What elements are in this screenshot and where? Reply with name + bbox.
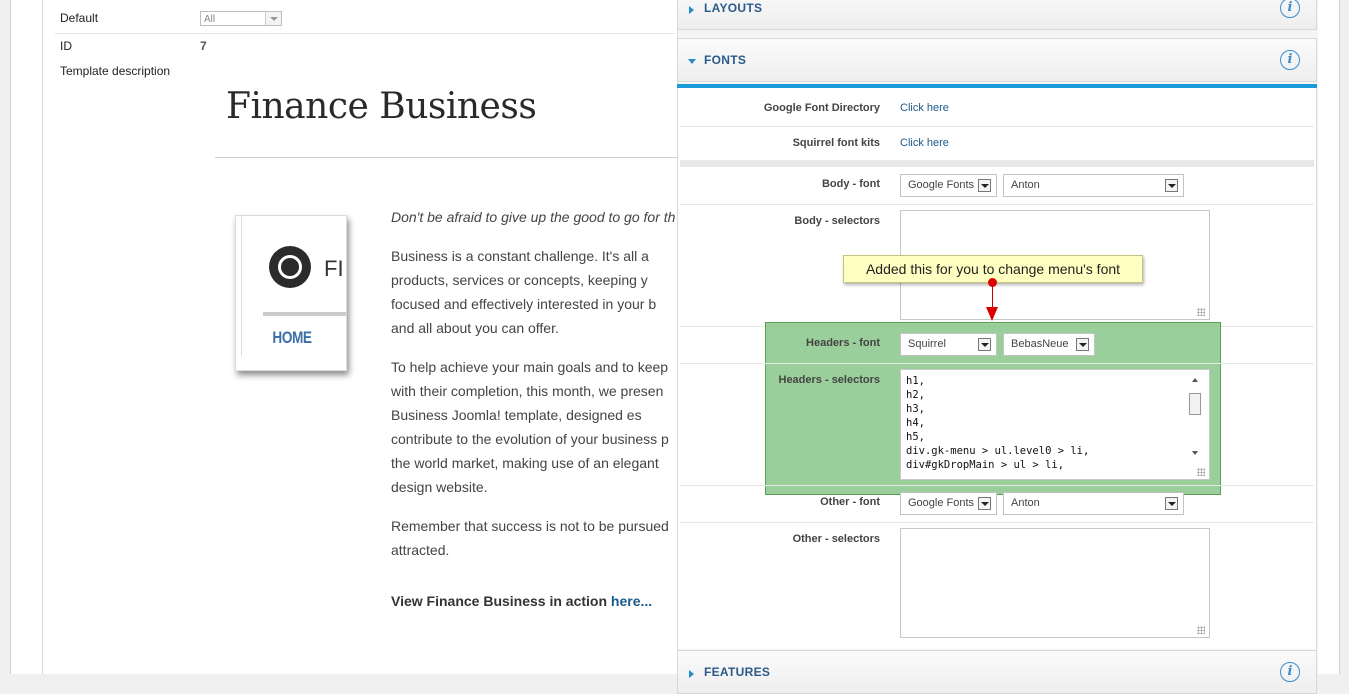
paragraph-3: Remember that success is not to be pursu… [391,514,681,562]
chevron-down-icon [978,497,991,510]
select-value: Anton [1011,179,1040,191]
divider [215,157,685,158]
paragraph-line: design website. [391,479,488,495]
paragraph-line: Remember that success is not to be pursu… [391,518,669,534]
paragraph-1: Business is a constant challenge. It's a… [391,244,681,340]
squirrel-font-kits-link[interactable]: Click here [900,137,949,149]
headers-selectors-value: h1, h2, h3, h4, h5, div.gk-menu > ul.lev… [906,375,1090,471]
divider [55,33,675,34]
paragraph-line: and all about you can offer. [391,320,559,336]
paragraph-line: with their completion, this month, we pr… [391,383,664,399]
resize-grip-icon[interactable] [1197,308,1205,316]
headers-font-label: Headers - font [806,337,880,349]
action-link[interactable]: here... [611,593,652,609]
headers-selectors-label: Headers - selectors [778,374,881,386]
template-title: Finance Business [226,86,537,127]
other-font-label: Other - font [820,496,880,508]
chevron-right-icon [689,6,694,14]
default-select-value: All [204,14,216,25]
chevron-down-icon [1165,179,1178,192]
preview-home-label: HOME [272,328,312,347]
other-font-name-select[interactable]: Anton [1003,492,1184,515]
logo-text: FI [324,256,344,281]
other-font-source-select[interactable]: Google Fonts [900,492,997,515]
preview-sideline [241,216,242,356]
default-label: Default [60,11,99,25]
body-font-name-select[interactable]: Anton [1003,174,1184,197]
paragraph-line: the world market, making use of an elega… [391,455,659,471]
section-title: FONTS [704,53,747,67]
paragraph-line: attracted. [391,542,450,558]
google-font-directory-link[interactable]: Click here [900,102,949,114]
section-active-bar [677,84,1317,88]
id-label: ID [60,39,72,53]
divider [680,160,1314,167]
select-value: BebasNeue [1011,338,1069,350]
chevron-down-icon [688,59,696,64]
logo-icon [269,246,311,288]
paragraph-line: contribute to the evolution of your busi… [391,431,669,447]
paragraph-line: products, services or concepts, keeping … [391,272,648,288]
chevron-down-icon [1165,497,1178,510]
section-layouts-header[interactable]: LAYOUTS i [677,0,1317,30]
body-font-label: Body - font [821,178,880,190]
action-line: View Finance Business in action here... [391,593,652,609]
select-value: Anton [1011,497,1040,509]
annotation-arrow-head [986,307,998,321]
google-font-directory-label: Google Font Directory [763,102,880,114]
annotation-arrow-dot [988,278,997,287]
divider [680,522,1314,523]
paragraph-line: To help achieve your main goals and to k… [391,359,669,375]
scroll-down-icon[interactable] [1192,451,1198,455]
chevron-down-icon [978,179,991,192]
default-select[interactable]: All [200,11,282,26]
chevron-down-icon [978,338,991,351]
id-value: 7 [200,39,207,53]
divider [680,204,1314,205]
chevron-down-icon [1076,338,1089,351]
template-preview-image: FI HOME [235,215,347,371]
preview-bar [263,312,346,316]
info-icon[interactable]: i [1280,662,1300,682]
chevron-right-icon [689,670,694,678]
paragraph-line: Business is a constant challenge. It's a… [391,248,649,264]
divider [680,485,1314,486]
info-icon[interactable]: i [1280,50,1300,70]
squirrel-font-kits-label: Squirrel font kits [792,137,880,149]
select-value: Google Fonts [908,179,975,191]
section-title: FEATURES [704,665,771,679]
body-selectors-label: Body - selectors [794,215,880,227]
divider [680,126,1314,127]
section-title: LAYOUTS [704,1,763,15]
paragraph-line: focused and effectively interested in yo… [391,296,657,312]
body-font-source-select[interactable]: Google Fonts [900,174,997,197]
action-text: View Finance Business in action [391,593,611,609]
section-features-header[interactable]: FEATURES i [677,650,1317,694]
select-value: Squirrel [908,338,946,350]
section-fonts-header[interactable]: FONTS i [677,38,1317,82]
scroll-thumb[interactable] [1189,393,1201,415]
divider [680,363,1314,364]
headers-font-source-select[interactable]: Squirrel [900,333,997,356]
resize-grip-icon[interactable] [1197,626,1205,634]
chevron-down-icon [265,12,281,25]
other-selectors-textarea[interactable] [900,528,1210,638]
headers-font-name-select[interactable]: BebasNeue [1003,333,1095,356]
template-description-label: Template description [60,64,171,78]
select-value: Google Fonts [908,497,975,509]
textarea-scrollbar[interactable] [1188,375,1203,458]
info-icon[interactable]: i [1280,0,1300,18]
paragraph-2: To help achieve your main goals and to k… [391,355,681,499]
other-selectors-label: Other - selectors [792,533,880,545]
scroll-up-icon[interactable] [1192,378,1198,382]
intro-text: Don't be afraid to give up the good to g… [391,209,676,225]
resize-grip-icon[interactable] [1197,468,1205,476]
paragraph-line: Business Joomla! template, designed es [391,407,642,423]
